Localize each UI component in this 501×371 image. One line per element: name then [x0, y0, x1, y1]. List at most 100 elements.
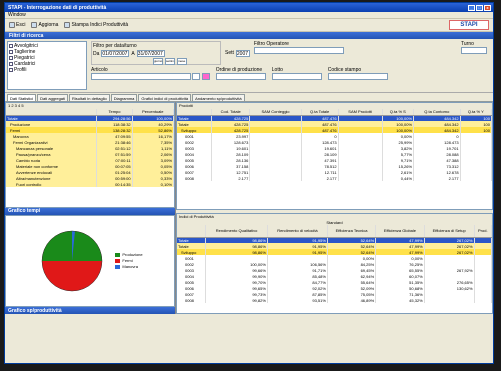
left-panel: 1 2 3 4 5 Tempo Percentuale Totale 294:28:5…	[5, 102, 175, 314]
pie-chart	[42, 230, 103, 292]
window-title: STAPI - Interrogazione dati di produttiv…	[8, 4, 107, 11]
column-header[interactable]: Prod.	[474, 225, 492, 238]
time-grid: 1 2 3 4 5 Tempo Percentuale Totale 294:28:5…	[5, 102, 175, 208]
column-header[interactable]: Efficienza di Setup	[424, 225, 475, 238]
title-bar: STAPI - Interrogazione dati di produttiv…	[5, 3, 493, 12]
tab-4[interactable]: Grafici indici di produttività	[138, 94, 192, 101]
filters-header: Filtri di ricerca	[5, 32, 493, 39]
table-row[interactable]: 0008 99,82% 93,51% 46,89% 45,32%	[177, 297, 492, 303]
day-button[interactable]: giorno	[153, 58, 163, 65]
tab-1[interactable]: Dati aggregati	[37, 94, 69, 101]
time-table: Tempo Percentuale Totale 294:28:56 100,00% Pr…	[6, 109, 174, 187]
order-input[interactable]	[215, 73, 266, 80]
cell: 2.177	[301, 175, 339, 181]
legend-item: Manovra	[115, 264, 142, 270]
pie-legend: Produzione Fermi Manovra	[115, 252, 143, 270]
right-panel: Prodotti Cod. Totale SAM Conteggio Q.ta To…	[175, 102, 493, 314]
time-value: 00:14:35	[96, 181, 133, 187]
table-row[interactable]: Fuori controllo 00:14:35 0,10%	[6, 181, 174, 187]
print-button[interactable]: Stampa Indici Produttività	[64, 22, 128, 28]
month-button[interactable]: mese	[177, 58, 187, 65]
tab-0[interactable]: Dati Statistici	[7, 94, 37, 101]
tab-5[interactable]: Andamento sp/produttività	[192, 94, 245, 101]
column-header[interactable]: Efficienza Globale	[375, 225, 425, 238]
percent-value: 0,10%	[132, 181, 174, 187]
column-header[interactable]: Efficienza Tecnica	[327, 225, 377, 238]
cell: 45,32%	[375, 297, 425, 303]
pie-header: Grafico tempi	[5, 208, 175, 215]
operator-select[interactable]	[253, 47, 344, 54]
products-table: Cod. Totale SAM Conteggio Q.ta Totale SAM P…	[177, 109, 492, 181]
from-date-input[interactable]: 01/07/2007	[101, 50, 130, 57]
lot-input[interactable]	[271, 73, 322, 80]
tab-2[interactable]: Risultati in dettaglio	[69, 94, 110, 101]
to-date-input[interactable]: 31/07/2007	[136, 50, 165, 57]
shift-group: Turno	[461, 41, 491, 65]
menu-item-window[interactable]: Window	[8, 12, 26, 18]
week-group: Sett 2007	[225, 41, 250, 65]
row-label: 0008	[177, 175, 212, 181]
week-button[interactable]: settim.	[165, 58, 175, 65]
legend-label: Fermi	[122, 258, 133, 264]
cell	[249, 175, 302, 181]
operator-group: Filtro Operatore	[253, 41, 457, 65]
from-label: Da	[93, 50, 100, 57]
print-code-input[interactable]	[327, 73, 388, 80]
exit-label: Esci	[16, 22, 26, 28]
sett-input[interactable]: 2007	[235, 49, 250, 57]
legend-swatch	[115, 264, 121, 269]
sett-label: Sett	[225, 50, 234, 56]
row-label: Fuori controllo	[6, 181, 98, 187]
printer-icon	[64, 22, 71, 28]
cell: 2.177	[211, 175, 251, 181]
filters-main: Filtro per data/turno Da 01/07/2007 A 31…	[89, 39, 493, 92]
print-label: Stampa Indici Produttività	[71, 22, 129, 28]
legend-label: Produzione	[122, 252, 143, 258]
checkbox[interactable]	[9, 56, 13, 60]
bottom-chart-label: Grafico sp/produttività	[8, 307, 62, 314]
row-label: 0008	[177, 297, 207, 303]
maximize-button[interactable]: □	[476, 4, 483, 11]
order-group: Ordine di produzione	[215, 67, 266, 80]
checkbox[interactable]	[9, 44, 13, 48]
cell	[474, 297, 492, 303]
checkbox[interactable]	[9, 62, 13, 66]
bottom-chart-header: Grafico sp/produttività	[5, 307, 175, 314]
checkbox[interactable]	[9, 50, 13, 54]
table-row[interactable]: 0008 2.177 2.177 0,44% 2.177	[177, 175, 492, 181]
legend-label: Manovra	[122, 264, 138, 270]
products-grid: Prodotti Cod. Totale SAM Conteggio Q.ta To…	[176, 102, 493, 210]
exit-button[interactable]: Esci	[9, 22, 25, 28]
clear-icon[interactable]	[201, 73, 210, 80]
close-button[interactable]: x	[484, 4, 491, 11]
cell: 46,89%	[327, 297, 377, 303]
article-input[interactable]	[91, 73, 191, 80]
cell: 99,82%	[205, 297, 268, 303]
legend-swatch	[115, 258, 121, 263]
filters-header-label: Filtri di ricerca	[9, 32, 44, 39]
lot-group: Lotto	[271, 67, 322, 80]
filters-panel: Avvolgitrici Taglierine Piegatrici Cardatri…	[5, 39, 493, 93]
tab-3[interactable]: Diagramma	[110, 94, 138, 101]
cell: 0,44%	[382, 175, 415, 181]
column-header[interactable]: Rendimento di velocità	[267, 225, 328, 238]
refresh-button[interactable]: Aggiorna	[31, 22, 58, 28]
toolbar: Esci Aggiorna Stampa Indici Produttività…	[5, 19, 493, 32]
cell: 2.177	[413, 175, 461, 181]
tab-strip: Dati Statistici Dati aggregati Risultati i…	[5, 93, 493, 102]
column-header[interactable]	[177, 225, 207, 238]
refresh-icon	[31, 22, 38, 28]
checkbox[interactable]	[9, 68, 13, 72]
column-header[interactable]: Rendimento Qualitativo	[205, 225, 268, 238]
pie-chart-area: Produzione Fermi Manovra	[5, 214, 175, 308]
tree-item[interactable]: Profili	[9, 67, 85, 73]
period-group: Filtro per data/turno Da 01/07/2007 A 31…	[91, 41, 221, 65]
minimize-button[interactable]: _	[468, 4, 475, 11]
search-icon[interactable]	[192, 73, 201, 80]
machine-tree: Avvolgitrici Taglierine Piegatrici Cardatri…	[7, 41, 87, 90]
refresh-label: Aggiorna	[38, 22, 59, 28]
cell	[338, 175, 383, 181]
cell: 93,51%	[267, 297, 328, 303]
to-label: A	[131, 50, 135, 57]
shift-select[interactable]	[461, 47, 487, 54]
